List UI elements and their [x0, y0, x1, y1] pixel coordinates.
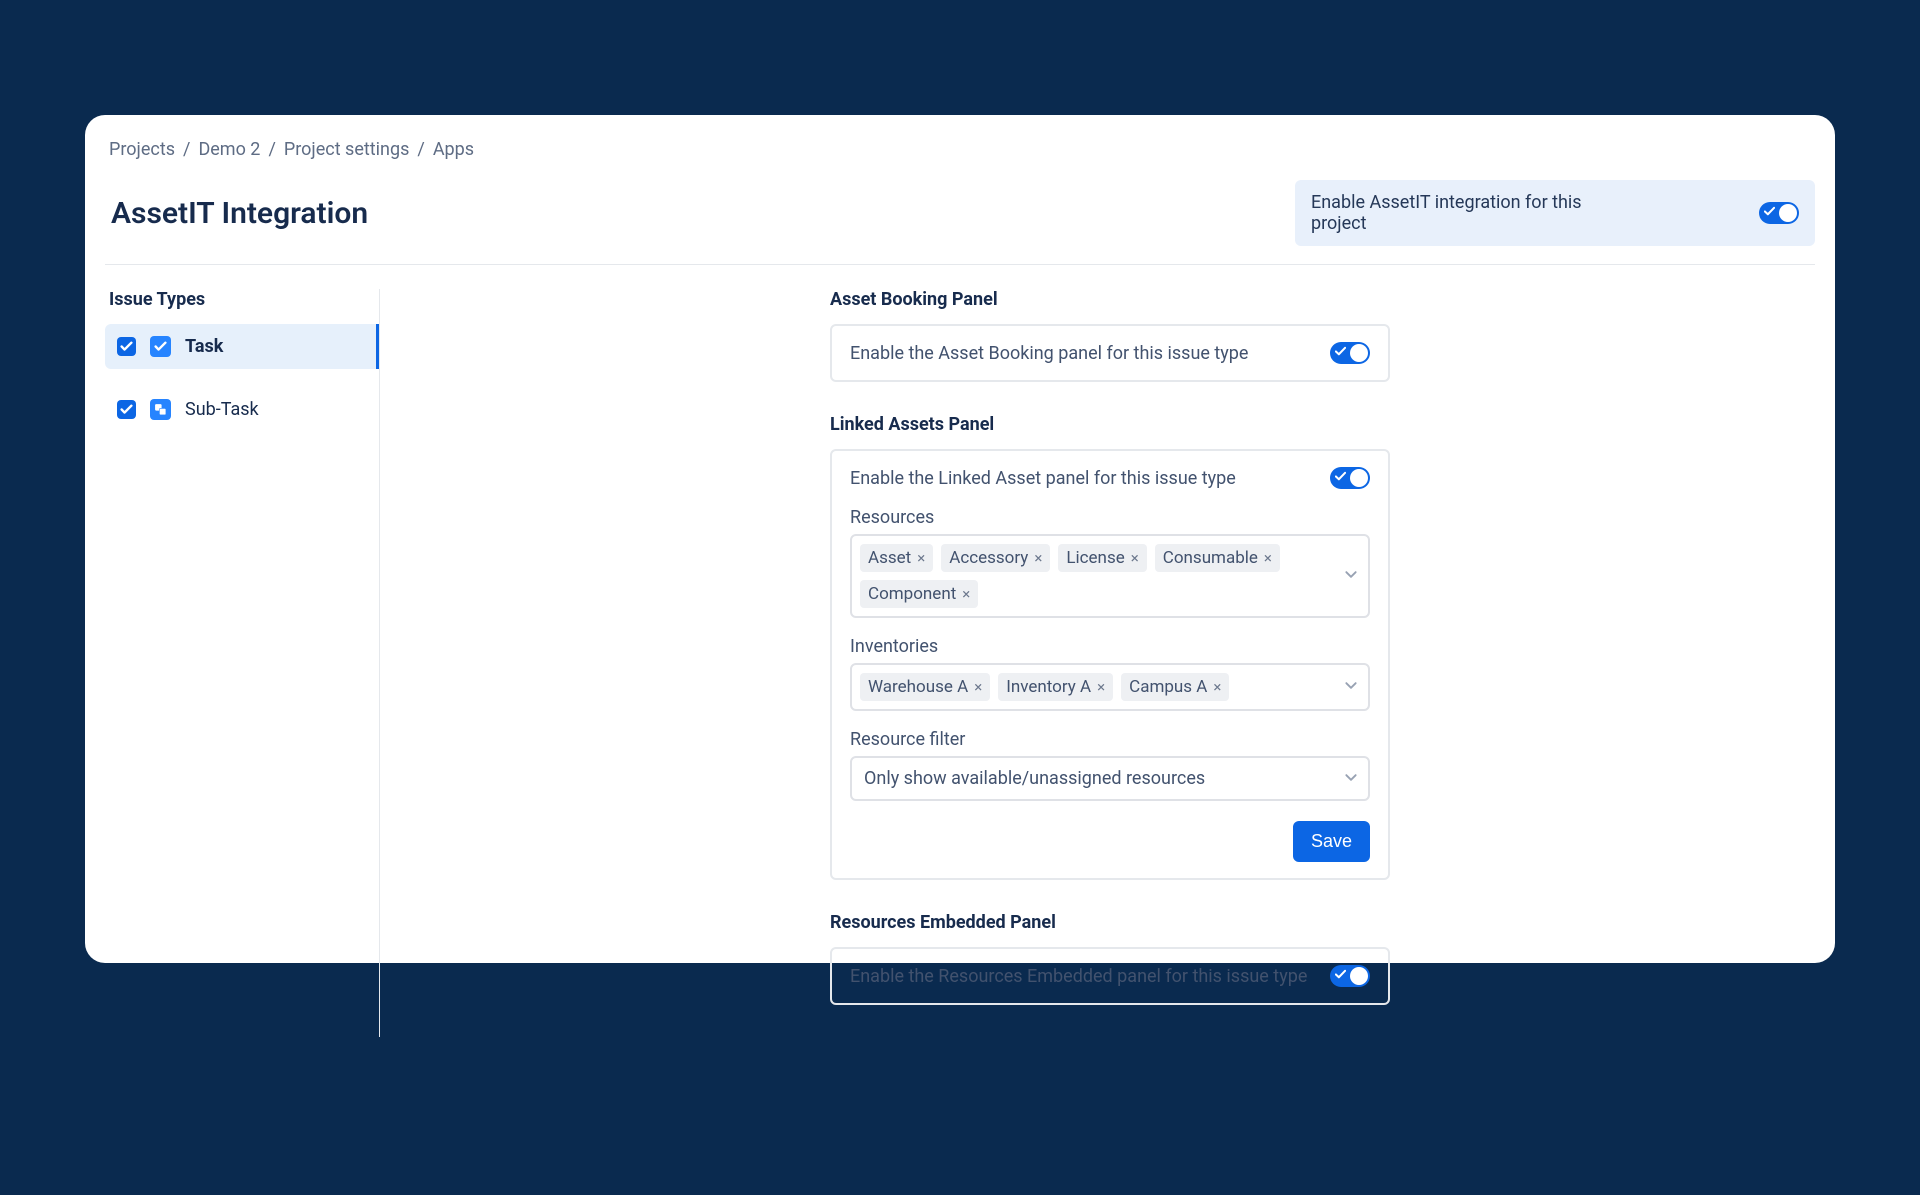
checkbox[interactable] [117, 337, 136, 356]
header-row: AssetIT Integration Enable AssetIT integ… [105, 174, 1815, 265]
chevron-down-icon [1344, 768, 1358, 789]
remove-tag-icon[interactable]: × [1034, 549, 1042, 567]
tag: Component × [860, 580, 978, 608]
checkbox[interactable] [117, 400, 136, 419]
tag: Campus A × [1121, 673, 1229, 701]
tag: Consumable × [1155, 544, 1280, 572]
checkmark-icon [1335, 346, 1346, 357]
tag-label: Accessory [949, 548, 1028, 568]
subtask-icon [150, 399, 171, 420]
remove-tag-icon[interactable]: × [974, 678, 982, 696]
resource-filter-value: Only show available/unassigned resources [864, 768, 1205, 789]
tag: Warehouse A × [860, 673, 990, 701]
issue-type-label: Task [185, 336, 223, 357]
enable-integration-toggle[interactable] [1759, 202, 1799, 224]
content-area: Issue Types Task Sub-Task Asset Booking P… [105, 289, 1815, 1037]
embedded-panel-heading: Resources Embedded Panel [830, 912, 1815, 933]
save-button[interactable]: Save [1293, 821, 1370, 862]
task-icon [150, 336, 171, 357]
inventories-label: Inventories [850, 636, 1370, 657]
linked-assets-desc: Enable the Linked Asset panel for this i… [850, 468, 1236, 489]
resource-filter-label: Resource filter [850, 729, 1370, 750]
breadcrumb: Projects / Demo 2 / Project settings / Apps [105, 135, 1815, 174]
toggle-knob [1350, 469, 1368, 487]
breadcrumb-separator: / [417, 139, 424, 160]
resources-label: Resources [850, 507, 1370, 528]
issue-types-sidebar: Issue Types Task Sub-Task [105, 289, 380, 1037]
asset-booking-desc: Enable the Asset Booking panel for this … [850, 343, 1248, 364]
tag-label: Consumable [1163, 548, 1258, 568]
linked-assets-panel: Enable the Linked Asset panel for this i… [830, 449, 1390, 880]
checkmark-icon [1764, 206, 1775, 217]
breadcrumb-link[interactable]: Apps [433, 139, 474, 160]
tag-label: License [1066, 548, 1124, 568]
tag-label: Campus A [1129, 677, 1207, 697]
asset-booking-toggle[interactable] [1330, 342, 1370, 364]
page-title: AssetIT Integration [105, 196, 368, 231]
remove-tag-icon[interactable]: × [1131, 549, 1139, 567]
remove-tag-icon[interactable]: × [962, 585, 970, 603]
tag: Inventory A × [998, 673, 1113, 701]
tag-label: Component [868, 584, 956, 604]
settings-card: Projects / Demo 2 / Project settings / Apps As… [85, 115, 1835, 963]
config-panels: Asset Booking Panel Enable the Asset Boo… [380, 289, 1815, 1037]
breadcrumb-link[interactable]: Project settings [284, 139, 410, 160]
tag: Asset × [860, 544, 933, 572]
tag: License × [1058, 544, 1146, 572]
issue-type-label: Sub-Task [185, 399, 259, 420]
enable-integration-banner: Enable AssetIT integration for this proj… [1295, 180, 1815, 246]
asset-booking-heading: Asset Booking Panel [830, 289, 1815, 310]
breadcrumb-separator: / [183, 139, 190, 160]
asset-booking-panel: Enable the Asset Booking panel for this … [830, 324, 1390, 382]
breadcrumb-link[interactable]: Projects [109, 139, 175, 160]
resources-select[interactable]: Asset×Accessory×License×Consumable×Compo… [850, 534, 1370, 618]
checkmark-icon [1335, 969, 1346, 980]
toggle-knob [1350, 344, 1368, 362]
toggle-knob [1779, 204, 1797, 222]
tag-label: Inventory A [1006, 677, 1091, 697]
embedded-panel: Enable the Resources Embedded panel for … [830, 947, 1390, 1005]
remove-tag-icon[interactable]: × [1097, 678, 1105, 696]
remove-tag-icon[interactable]: × [917, 549, 925, 567]
issue-types-heading: Issue Types [105, 289, 379, 310]
linked-assets-heading: Linked Assets Panel [830, 414, 1815, 435]
remove-tag-icon[interactable]: × [1264, 549, 1272, 567]
remove-tag-icon[interactable]: × [1213, 678, 1221, 696]
tag-label: Asset [868, 548, 911, 568]
enable-integration-label: Enable AssetIT integration for this proj… [1311, 192, 1609, 234]
embedded-panel-toggle[interactable] [1330, 965, 1370, 987]
embedded-panel-desc: Enable the Resources Embedded panel for … [850, 966, 1307, 987]
chevron-down-icon [1344, 567, 1358, 586]
issue-type-row[interactable]: Task [105, 324, 379, 369]
inventories-select[interactable]: Warehouse A × Inventory A × Campus A × [850, 663, 1370, 711]
resource-filter-select[interactable]: Only show available/unassigned resources [850, 756, 1370, 801]
chevron-down-icon [1344, 678, 1358, 697]
tag-label: Warehouse A [868, 677, 968, 697]
breadcrumb-link[interactable]: Demo 2 [198, 139, 260, 160]
toggle-knob [1350, 967, 1368, 985]
issue-type-row[interactable]: Sub-Task [105, 387, 379, 432]
breadcrumb-separator: / [268, 139, 275, 160]
checkmark-icon [1335, 471, 1346, 482]
tag: Accessory × [941, 544, 1050, 572]
linked-assets-toggle[interactable] [1330, 467, 1370, 489]
